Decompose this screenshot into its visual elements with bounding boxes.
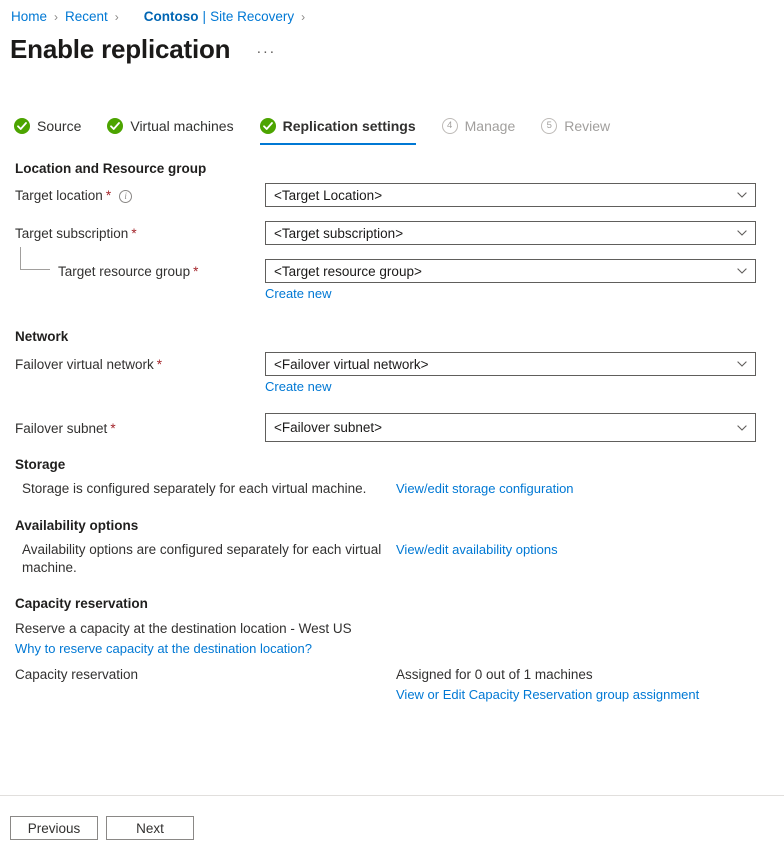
title-row: Enable replication ···: [10, 33, 280, 65]
tab-virtual-machines[interactable]: Virtual machines: [107, 117, 233, 145]
previous-button[interactable]: Previous: [10, 816, 98, 840]
failover-subnet-value: <Failover subnet>: [274, 420, 737, 435]
capacity-reservation-assignment-link[interactable]: View or Edit Capacity Reservation group …: [396, 686, 699, 703]
failover-vnet-dropdown[interactable]: <Failover virtual network>: [265, 352, 756, 376]
tab-manage[interactable]: 4 Manage: [442, 117, 516, 145]
breadcrumb-recent[interactable]: Recent: [65, 8, 108, 26]
tab-source-label: Source: [37, 117, 81, 135]
check-circle-icon: [260, 118, 276, 134]
step-number-badge: 4: [442, 118, 458, 134]
breadcrumb: Home › Recent › Contoso | Site Recovery …: [11, 8, 312, 26]
storage-description: Storage is configured separately for eac…: [22, 480, 366, 498]
step-number-badge: 5: [541, 118, 557, 134]
target-location-label: Target location*i: [15, 187, 132, 205]
create-new-vnet-link[interactable]: Create new: [265, 378, 331, 395]
section-heading-availability: Availability options: [15, 518, 138, 533]
active-tab-underline: [260, 143, 416, 145]
breadcrumb-separator-1: ›: [54, 8, 58, 26]
tab-replication-settings-label: Replication settings: [283, 117, 416, 135]
breadcrumb-separator-2: ›: [115, 8, 119, 26]
availability-description: Availability options are configured sepa…: [22, 541, 382, 577]
breadcrumb-separator-3: ›: [301, 8, 305, 26]
create-new-resource-group-link[interactable]: Create new: [265, 285, 331, 302]
section-heading-storage: Storage: [15, 457, 65, 472]
more-options-icon[interactable]: ···: [252, 41, 280, 62]
breadcrumb-resource[interactable]: Contoso | Site Recovery: [144, 8, 294, 26]
why-reserve-capacity-link[interactable]: Why to reserve capacity at the destinati…: [15, 640, 312, 657]
target-resource-group-label: Target resource group*: [58, 263, 198, 281]
target-subscription-value: <Target subscription>: [274, 226, 737, 241]
enable-replication-blade: Home › Recent › Contoso | Site Recovery …: [0, 0, 784, 847]
view-edit-storage-configuration-link[interactable]: View/edit storage configuration: [396, 480, 574, 497]
breadcrumb-home[interactable]: Home: [11, 8, 47, 26]
chevron-down-icon: [737, 230, 747, 236]
target-location-value: <Target Location>: [274, 188, 737, 203]
failover-subnet-dropdown[interactable]: <Failover subnet>: [265, 413, 756, 442]
failover-subnet-label: Failover subnet*: [15, 420, 116, 438]
chevron-down-icon: [737, 192, 747, 198]
section-heading-capacity: Capacity reservation: [15, 596, 148, 611]
tab-review[interactable]: 5 Review: [541, 117, 610, 145]
target-subscription-dropdown[interactable]: <Target subscription>: [265, 221, 756, 245]
chevron-down-icon: [737, 425, 747, 431]
breadcrumb-pipe: |: [203, 8, 207, 26]
capacity-description: Reserve a capacity at the destination lo…: [15, 620, 352, 638]
section-heading-network: Network: [15, 329, 68, 344]
indent-connector: [20, 247, 50, 270]
next-button[interactable]: Next: [106, 816, 194, 840]
page-title: Enable replication: [10, 33, 230, 65]
tab-manage-label: Manage: [465, 117, 516, 135]
check-circle-icon: [14, 118, 30, 134]
chevron-down-icon: [737, 361, 747, 367]
failover-vnet-label: Failover virtual network*: [15, 356, 162, 374]
tab-review-label: Review: [564, 117, 610, 135]
info-icon[interactable]: i: [119, 190, 132, 203]
failover-vnet-value: <Failover virtual network>: [274, 357, 737, 372]
tab-source[interactable]: Source: [14, 117, 81, 145]
breadcrumb-resource-section[interactable]: Site Recovery: [210, 8, 294, 26]
check-circle-icon: [107, 118, 123, 134]
breadcrumb-resource-name[interactable]: Contoso: [144, 8, 199, 26]
view-edit-availability-options-link[interactable]: View/edit availability options: [396, 541, 558, 558]
footer-actions: Previous Next: [10, 816, 194, 840]
target-location-dropdown[interactable]: <Target Location>: [265, 183, 756, 207]
chevron-down-icon: [737, 268, 747, 274]
target-resource-group-value: <Target resource group>: [274, 264, 737, 279]
wizard-steps: Source Virtual machines Replication sett…: [14, 117, 636, 145]
capacity-reservation-row-label: Capacity reservation: [15, 666, 138, 684]
tab-replication-settings[interactable]: Replication settings: [260, 117, 416, 145]
tab-virtual-machines-label: Virtual machines: [130, 117, 233, 135]
footer-divider: [0, 795, 784, 796]
target-subscription-label: Target subscription*: [15, 225, 137, 243]
capacity-assigned-text: Assigned for 0 out of 1 machines: [396, 666, 593, 684]
section-heading-location: Location and Resource group: [15, 161, 206, 176]
target-resource-group-dropdown[interactable]: <Target resource group>: [265, 259, 756, 283]
